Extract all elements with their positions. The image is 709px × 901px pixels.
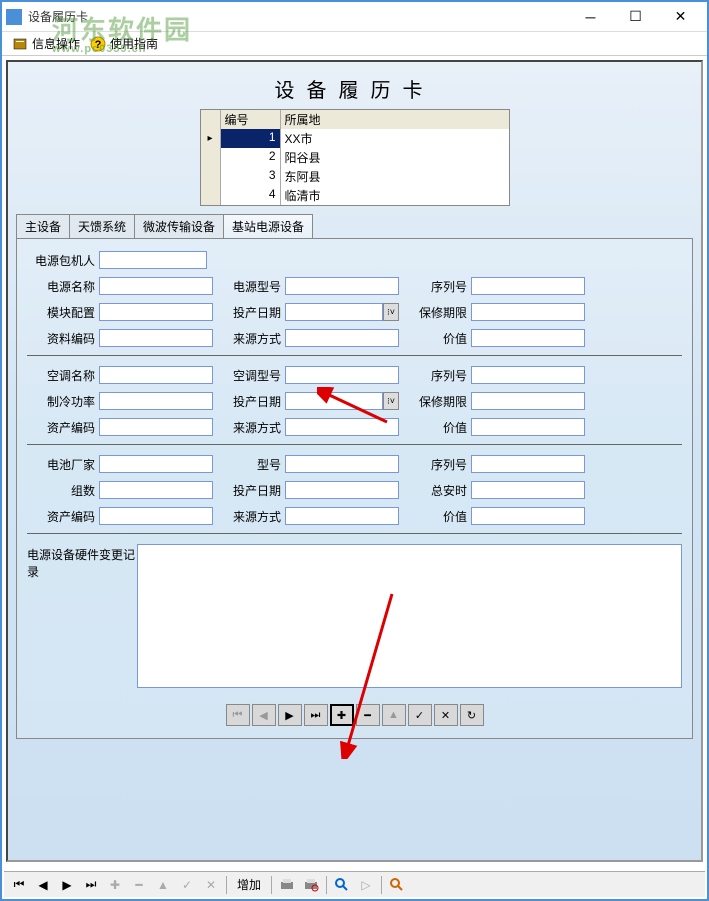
input-power-name[interactable]	[99, 277, 213, 295]
search-icon[interactable]	[331, 875, 353, 895]
textarea-changelog[interactable]	[137, 544, 682, 688]
input-value2[interactable]	[471, 418, 585, 436]
bottom-add-button[interactable]: 增加	[231, 874, 267, 895]
print-icon[interactable]	[276, 875, 298, 895]
input-source1[interactable]	[285, 329, 399, 347]
app-icon	[6, 9, 22, 25]
input-groups[interactable]	[99, 481, 213, 499]
input-proddate3[interactable]	[285, 481, 399, 499]
info-icon	[10, 35, 30, 53]
form-title: 设备履历卡	[16, 70, 693, 109]
tab-panel: 电源包机人 电源名称 电源型号 序列号 模块配置 投产日期 ⁝˅ 保修	[16, 238, 693, 739]
form-card: 设备履历卡 编号 所属地 ▸ 1 XX市 2 阳谷县 3 东阿县	[6, 60, 703, 862]
bottom-add-icon[interactable]: ✚	[104, 875, 126, 895]
input-assetcode3[interactable]	[99, 507, 213, 525]
input-amphour[interactable]	[471, 481, 585, 499]
window-title: 设备履历卡	[28, 8, 568, 25]
label-changelog: 电源设备硬件变更记录	[27, 544, 137, 580]
nav-add-button[interactable]: ✚	[330, 704, 354, 726]
input-matcode[interactable]	[99, 329, 213, 347]
tab-power-equipment[interactable]: 基站电源设备	[223, 214, 313, 238]
input-warranty1[interactable]	[471, 303, 585, 321]
input-module[interactable]	[99, 303, 213, 321]
tab-main-equipment[interactable]: 主设备	[16, 214, 70, 238]
nav-prev-button[interactable]: ◀	[252, 704, 276, 726]
menu-info[interactable]: 信息操作	[6, 33, 84, 55]
input-cool-power[interactable]	[99, 392, 213, 410]
title-bar: 设备履历卡 ─ ☐ ✕	[2, 2, 707, 32]
date-picker-icon[interactable]: ⁝˅	[383, 392, 399, 410]
input-battery-maker[interactable]	[99, 455, 213, 473]
bottom-last-button[interactable]: ⏭	[80, 875, 102, 895]
input-warranty2[interactable]	[471, 392, 585, 410]
nav-next-button[interactable]: ▶	[278, 704, 302, 726]
input-value3[interactable]	[471, 507, 585, 525]
input-power-serial[interactable]	[471, 277, 585, 295]
input-assetcode2[interactable]	[99, 418, 213, 436]
nav-refresh-button[interactable]: ↻	[460, 704, 484, 726]
row-marker-icon: ▸	[201, 129, 221, 148]
location-grid[interactable]: 编号 所属地 ▸ 1 XX市 2 阳谷县 3 东阿县 4 临清市	[200, 109, 510, 206]
maximize-button[interactable]: ☐	[613, 3, 658, 31]
record-navigator: ⏮ ◀ ▶ ⏭ ✚ ━ ▲ ✓ ✕ ↻	[27, 704, 682, 726]
grid-header-id: 编号	[221, 110, 281, 129]
bottom-prev-button[interactable]: ◀	[32, 875, 54, 895]
input-value1[interactable]	[471, 329, 585, 347]
table-row[interactable]: 3 东阿县	[201, 167, 509, 186]
input-ac-serial[interactable]	[471, 366, 585, 384]
menu-guide[interactable]: ? 使用指南	[84, 33, 162, 55]
date-picker-icon[interactable]: ⁝˅	[383, 303, 399, 321]
nav-cancel-button[interactable]: ✕	[434, 704, 458, 726]
input-power-model[interactable]	[285, 277, 399, 295]
tab-microwave[interactable]: 微波传输设备	[134, 214, 224, 238]
table-row[interactable]: 4 临清市	[201, 186, 509, 205]
input-source3[interactable]	[285, 507, 399, 525]
input-battery-serial[interactable]	[471, 455, 585, 473]
bottom-cancel-icon[interactable]: ✕	[200, 875, 222, 895]
input-owner[interactable]	[99, 251, 207, 269]
zoom-icon[interactable]	[386, 875, 408, 895]
minimize-button[interactable]: ─	[568, 3, 613, 31]
table-row[interactable]: 2 阳谷县	[201, 148, 509, 167]
table-row[interactable]: ▸ 1 XX市	[201, 129, 509, 148]
input-source2[interactable]	[285, 418, 399, 436]
bottom-toolbar: ⏮ ◀ ▶ ⏭ ✚ ━ ▲ ✓ ✕ 增加 ▷	[4, 871, 705, 897]
nav-last-button[interactable]: ⏭	[304, 704, 328, 726]
print-preview-icon[interactable]	[300, 875, 322, 895]
close-button[interactable]: ✕	[658, 3, 703, 31]
help-icon: ?	[88, 35, 108, 53]
bottom-edit-icon[interactable]: ▲	[152, 875, 174, 895]
input-ac-model[interactable]	[285, 366, 399, 384]
input-battery-model[interactable]	[285, 455, 399, 473]
input-proddate2[interactable]	[285, 392, 383, 410]
label-owner: 电源包机人	[27, 252, 99, 269]
grid-header-loc: 所属地	[281, 110, 509, 129]
svg-text:?: ?	[95, 39, 102, 51]
bottom-remove-icon[interactable]: ━	[128, 875, 150, 895]
bottom-first-button[interactable]: ⏮	[8, 875, 30, 895]
nav-first-button[interactable]: ⏮	[226, 704, 250, 726]
bottom-next-button[interactable]: ▶	[56, 875, 78, 895]
menu-bar: 信息操作 ? 使用指南	[2, 32, 707, 56]
bottom-confirm-icon[interactable]: ✓	[176, 875, 198, 895]
nav-remove-button[interactable]: ━	[356, 704, 380, 726]
play-icon[interactable]: ▷	[355, 875, 377, 895]
input-ac-name[interactable]	[99, 366, 213, 384]
nav-confirm-button[interactable]: ✓	[408, 704, 432, 726]
input-proddate1[interactable]	[285, 303, 383, 321]
nav-edit-button[interactable]: ▲	[382, 704, 406, 726]
tab-antenna-system[interactable]: 天馈系统	[69, 214, 135, 238]
